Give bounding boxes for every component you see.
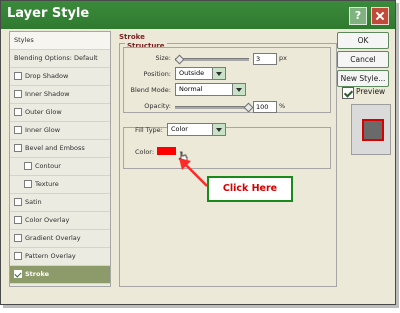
styles-item-label: Stroke bbox=[25, 270, 50, 278]
size-label: Size: bbox=[155, 54, 171, 62]
styles-item-bevel-emboss[interactable]: Bevel and Emboss bbox=[10, 140, 110, 158]
styles-item-label: Texture bbox=[35, 180, 59, 188]
preview-checkbox[interactable] bbox=[342, 87, 354, 99]
styles-item-stroke[interactable]: Stroke bbox=[10, 266, 110, 284]
styles-item-styles[interactable]: Styles bbox=[10, 32, 110, 50]
blend-mode-select[interactable]: Normal bbox=[175, 83, 246, 96]
opacity-unit: % bbox=[279, 102, 286, 110]
blend-mode-value: Normal bbox=[179, 85, 203, 93]
help-button[interactable]: ? bbox=[349, 7, 367, 25]
styles-item-label: Color Overlay bbox=[25, 216, 70, 224]
title-bar[interactable]: Layer Style ? bbox=[1, 1, 395, 29]
fill-type-value: Color bbox=[171, 125, 188, 133]
styles-item-label: Contour bbox=[35, 162, 61, 170]
styles-item-inner-shadow[interactable]: Inner Shadow bbox=[10, 86, 110, 104]
styles-item-label: Drop Shadow bbox=[25, 72, 69, 80]
position-select[interactable]: Outside bbox=[175, 67, 226, 80]
preview-label: Preview bbox=[356, 87, 386, 96]
click-here-callout: Click Here bbox=[207, 176, 293, 202]
color-label: Color: bbox=[135, 148, 155, 156]
opacity-label: Opacity: bbox=[144, 102, 171, 110]
inner-glow-checkbox[interactable] bbox=[14, 126, 22, 134]
styles-item-blending-options[interactable]: Blending Options: Default bbox=[10, 50, 110, 68]
new-style-button[interactable]: New Style... bbox=[337, 70, 389, 87]
size-unit: px bbox=[279, 54, 287, 62]
texture-checkbox[interactable] bbox=[24, 180, 32, 188]
styles-item-label: Inner Glow bbox=[25, 126, 61, 134]
styles-item-outer-glow[interactable]: Outer Glow bbox=[10, 104, 110, 122]
outer-glow-checkbox[interactable] bbox=[14, 108, 22, 116]
preview-thumbnail bbox=[351, 104, 391, 155]
styles-item-label: Satin bbox=[25, 198, 42, 206]
fill-type-select[interactable]: Color bbox=[167, 123, 226, 136]
fill-type-label: Fill Type: bbox=[135, 126, 163, 134]
chevron-down-icon[interactable] bbox=[212, 68, 225, 79]
drop-shadow-checkbox[interactable] bbox=[14, 72, 22, 80]
opacity-slider[interactable] bbox=[175, 106, 249, 109]
gradient-overlay-checkbox[interactable] bbox=[14, 234, 22, 242]
close-button[interactable] bbox=[371, 7, 389, 25]
pattern-overlay-checkbox[interactable] bbox=[14, 252, 22, 260]
styles-item-label: Outer Glow bbox=[25, 108, 62, 116]
callout-arrow-icon bbox=[179, 158, 208, 187]
styles-item-contour[interactable]: Contour bbox=[10, 158, 110, 176]
chevron-down-icon[interactable] bbox=[232, 84, 245, 95]
styles-item-texture[interactable]: Texture bbox=[10, 176, 110, 194]
blend-mode-label: Blend Mode: bbox=[130, 86, 171, 94]
ok-button[interactable]: OK bbox=[337, 32, 389, 49]
styles-item-inner-glow[interactable]: Inner Glow bbox=[10, 122, 110, 140]
position-label: Position: bbox=[143, 70, 172, 78]
size-slider[interactable] bbox=[175, 58, 249, 61]
bevel-emboss-checkbox[interactable] bbox=[14, 144, 22, 152]
styles-item-drop-shadow[interactable]: Drop Shadow bbox=[10, 68, 110, 86]
styles-item-label: Gradient Overlay bbox=[25, 234, 81, 242]
position-value: Outside bbox=[179, 69, 205, 77]
inner-shadow-checkbox[interactable] bbox=[14, 90, 22, 98]
styles-panel: Styles Blending Options: Default Drop Sh… bbox=[9, 31, 111, 287]
stroke-checkbox[interactable] bbox=[14, 270, 22, 278]
layer-style-window: Layer Style ? Styles Blending Options: D… bbox=[0, 0, 396, 305]
contour-checkbox[interactable] bbox=[24, 162, 32, 170]
styles-item-label: Pattern Overlay bbox=[25, 252, 76, 260]
styles-item-label: Bevel and Emboss bbox=[25, 144, 85, 152]
satin-checkbox[interactable] bbox=[14, 198, 22, 206]
styles-item-gradient-overlay[interactable]: Gradient Overlay bbox=[10, 230, 110, 248]
color-overlay-checkbox[interactable] bbox=[14, 216, 22, 224]
chevron-down-icon[interactable] bbox=[212, 124, 225, 135]
styles-item-pattern-overlay[interactable]: Pattern Overlay bbox=[10, 248, 110, 266]
window-title: Layer Style bbox=[7, 6, 90, 21]
styles-item-satin[interactable]: Satin bbox=[10, 194, 110, 212]
stroke-section-title: Stroke bbox=[119, 33, 145, 41]
styles-item-label: Inner Shadow bbox=[25, 90, 70, 98]
preview-swatch bbox=[362, 119, 384, 141]
cancel-button[interactable]: Cancel bbox=[337, 51, 389, 68]
styles-item-color-overlay[interactable]: Color Overlay bbox=[10, 212, 110, 230]
opacity-input[interactable]: 100 bbox=[253, 101, 277, 113]
size-input[interactable]: 3 bbox=[253, 53, 277, 65]
